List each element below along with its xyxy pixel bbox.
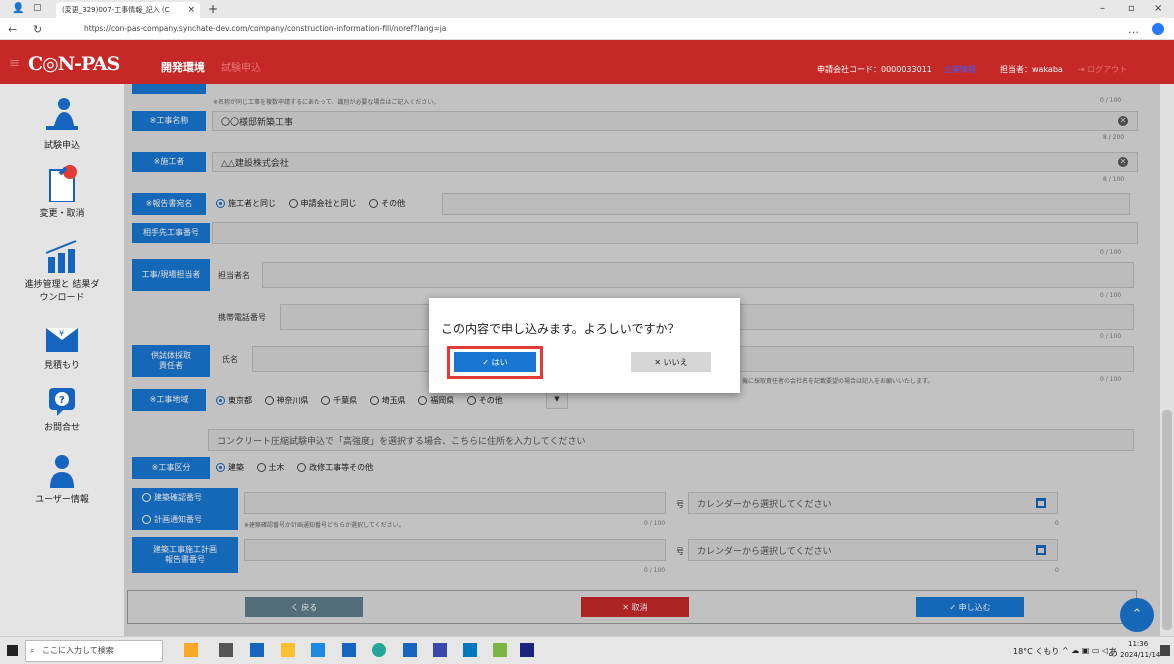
chart-icon [45, 240, 77, 273]
new-tab-icon[interactable]: + [208, 2, 218, 16]
confirm-dialog: この内容で申し込みます。よろしいですか？ ✓ はい ✕ いいえ [429, 298, 740, 393]
taskbar-search[interactable]: ⌕ ここに入力して検索 [25, 640, 163, 662]
browser-tabstrip: 👤 ▢ (変更_329)007-工事情報_記入 (C × + – ▫ × [0, 0, 1174, 18]
browser-tab[interactable]: (変更_329)007-工事情報_記入 (C × [56, 2, 200, 18]
sidebar-item-progress[interactable]: 進捗管理と 結果ダ ウンロード [0, 239, 124, 303]
company-code: 申請会社コード：0000033011 [817, 65, 932, 74]
user-icon [50, 455, 74, 488]
sidebar-item-label: 見積もり [43, 361, 80, 371]
app-icon[interactable] [493, 643, 507, 657]
address-bar: ← ↻ https://con-pas-company.synchate-dev… [0, 18, 1174, 40]
sidebar-item-estimate[interactable]: ¥ 見積もり [0, 324, 124, 371]
profile-icon[interactable]: 👤 [12, 3, 24, 14]
back-icon[interactable]: ← [8, 23, 17, 36]
dialog-message: この内容で申し込みます。よろしいですか？ [441, 322, 680, 336]
taskbar: ⌕ ここに入力して検索 18°C くもり ^ ☁ ▣ ▭ ◁ あ 11:36 20… [0, 636, 1174, 664]
outlook-icon[interactable] [463, 643, 477, 657]
sidebar-item-label: ユーザー情報 [35, 495, 89, 505]
sidebar-item-change-cancel[interactable]: 変更・取消 [0, 162, 124, 219]
app-header: ≡ C◎N-PAS 開発環境 試験申込 申請会社コード：0000033011 企… [0, 40, 1174, 84]
tray-icons[interactable]: ^ ☁ ▣ ▭ ◁ [1062, 646, 1108, 655]
scrollbar-thumb[interactable] [1162, 410, 1172, 630]
logout-label: ログアウト [1087, 65, 1128, 74]
taskview-icon[interactable] [219, 643, 233, 657]
close-tab-icon[interactable]: × [187, 5, 195, 15]
env-label: 開発環境 [161, 61, 205, 74]
page-label: 試験申込 [221, 63, 261, 74]
folder-icon[interactable] [281, 643, 295, 657]
edge-icon[interactable] [372, 643, 386, 657]
app-icon[interactable] [342, 643, 356, 657]
logout-link[interactable]: ⇥ ログアウト [1078, 64, 1127, 75]
minimize-icon[interactable]: – [1100, 3, 1105, 14]
restore-icon[interactable]: ▫ [1128, 3, 1135, 14]
app-icon[interactable] [433, 643, 447, 657]
word-icon[interactable] [520, 643, 534, 657]
app-icon[interactable] [403, 643, 417, 657]
tab-actions-icon[interactable]: ▢ [33, 3, 42, 13]
close-window-icon[interactable]: × [1154, 3, 1162, 14]
svg-text:?: ? [59, 395, 65, 406]
browser-menu-icon[interactable]: … [1128, 23, 1139, 36]
sidebar-item-contact[interactable]: ? お問合せ [0, 386, 124, 433]
search-icon: ⌕ [30, 646, 35, 655]
sidebar-item-label: 試験申込 [43, 141, 80, 151]
brand-logo: C◎N-PAS [28, 53, 120, 75]
sidebar-item-label: ウンロード [39, 293, 85, 303]
person-desk-icon [46, 98, 78, 130]
windows-start-icon[interactable] [7, 645, 18, 656]
dialog-no-button[interactable]: ✕ いいえ [631, 352, 711, 372]
app-icon[interactable] [250, 643, 264, 657]
search-label: ここに入力して検索 [42, 646, 114, 655]
app-icon[interactable] [311, 643, 325, 657]
ime-indicator[interactable]: あ [1108, 644, 1118, 659]
sidebar-item-application[interactable]: 試験申込 [0, 96, 124, 151]
menu-icon[interactable]: ≡ [9, 56, 20, 71]
dialog-yes-button[interactable]: ✓ はい [454, 352, 536, 372]
notification-icon[interactable] [1160, 645, 1170, 656]
sidebar: 試験申込 変更・取消 進捗管理と 結果ダ ウンロード ¥ 見積もり ? お問合せ… [0, 84, 124, 636]
clock-time[interactable]: 11:36 [1128, 640, 1148, 648]
document-cancel-icon [49, 165, 77, 202]
clock-date[interactable]: 2024/11/14 [1120, 651, 1160, 659]
sidebar-item-label: お問合せ [43, 423, 80, 433]
reload-icon[interactable]: ↻ [33, 23, 42, 36]
svg-text:¥: ¥ [59, 329, 64, 338]
app-icon[interactable] [184, 643, 198, 657]
help-icon: ? [49, 388, 75, 416]
url-field[interactable]: https://con-pas-company.synchate-dev.com… [70, 22, 1070, 36]
weather[interactable]: 18°C くもり [1013, 646, 1059, 657]
sidebar-item-label: 変更・取消 [39, 209, 85, 219]
copilot-icon[interactable] [1152, 23, 1164, 35]
envelope-yen-icon: ¥ [46, 328, 78, 352]
sidebar-item-label: 進捗管理と 結果ダ [24, 280, 100, 290]
user-name: 担当者：wakaba [1000, 65, 1063, 74]
sidebar-item-user-info[interactable]: ユーザー情報 [0, 454, 124, 505]
company-info-link[interactable]: 企業情報 [944, 64, 976, 75]
tab-title: (変更_329)007-工事情報_記入 (C [62, 6, 170, 14]
